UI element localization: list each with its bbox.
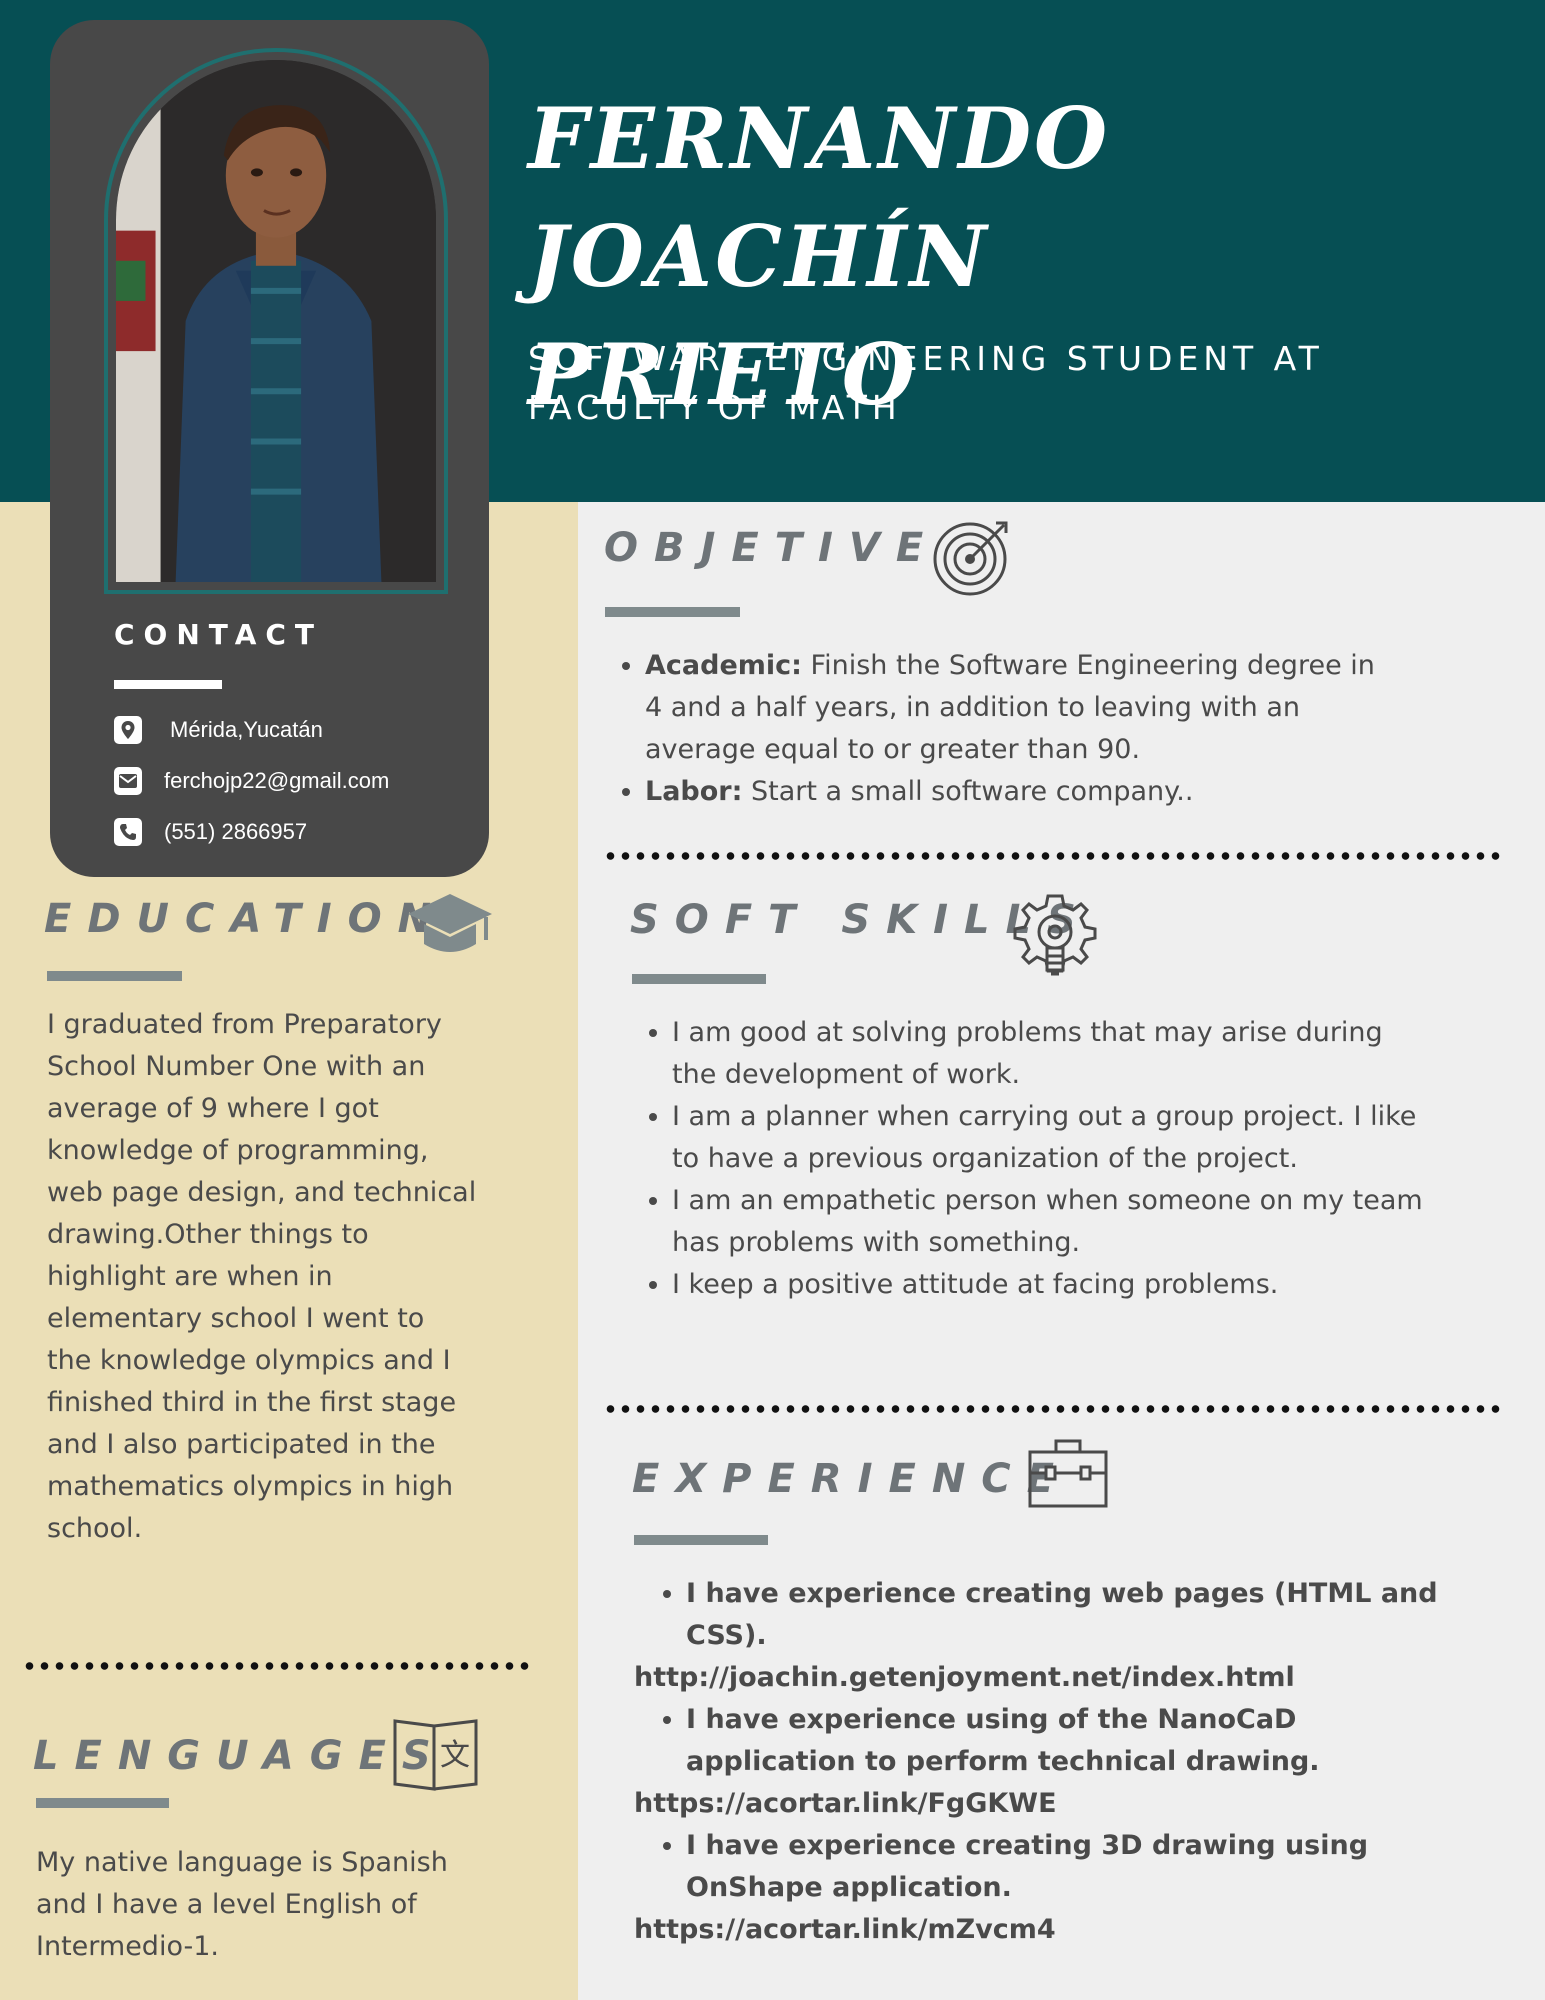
phone-text[interactable]: (551) 2866957 bbox=[164, 819, 307, 845]
education-underline bbox=[47, 971, 182, 981]
experience-link-nanocad[interactable]: https://acortar.link/FgGKWE bbox=[634, 1783, 1454, 1825]
languages-text: My native language is Spanish and I have… bbox=[36, 1847, 448, 1962]
contact-phone[interactable]: (551) 2866957 bbox=[114, 818, 307, 846]
subtitle-line-1: SOFTWARE ENGINEERING STUDENT AT bbox=[528, 339, 1324, 378]
objective-title: OBJETIVE bbox=[604, 525, 940, 571]
svg-text:文: 文 bbox=[440, 1738, 470, 1773]
objective-list: Academic: Finish the Software Engineerin… bbox=[605, 645, 1395, 813]
objective-text-labor: Start a small software company.. bbox=[742, 776, 1194, 807]
objective-item-academic: Academic: Finish the Software Engineerin… bbox=[645, 645, 1395, 771]
objective-item-labor: Labor: Start a small software company.. bbox=[645, 771, 1395, 813]
objective-label-academic: Academic: bbox=[645, 650, 802, 681]
profile-photo-frame bbox=[104, 48, 448, 594]
profile-photo-illustration bbox=[116, 60, 436, 582]
contact-email[interactable]: ferchojp22@gmail.com bbox=[114, 767, 389, 795]
contact-title: CONTACT bbox=[114, 618, 324, 651]
phone-icon bbox=[114, 818, 142, 846]
name-line-1: FERNANDO JOACHÍN bbox=[528, 89, 1111, 306]
email-text[interactable]: ferchojp22@gmail.com bbox=[164, 768, 389, 794]
gear-lightbulb-icon bbox=[1013, 894, 1097, 976]
location-pin-icon bbox=[114, 716, 142, 744]
soft-skill-item: I am an empathetic person when someone o… bbox=[672, 1180, 1432, 1264]
education-text: I graduated from Preparatory School Numb… bbox=[47, 1009, 477, 1544]
soft-skills-underline bbox=[632, 974, 766, 984]
target-icon bbox=[933, 521, 1008, 596]
translate-book-icon: 文 bbox=[393, 1719, 478, 1791]
experience-item-web: I have experience creating web pages (HT… bbox=[686, 1573, 1454, 1657]
soft-skill-item: I am a planner when carrying out a group… bbox=[672, 1096, 1432, 1180]
dotted-divider-1 bbox=[603, 851, 1503, 861]
soft-skills-list: I am good at solving problems that may a… bbox=[632, 1012, 1432, 1306]
objective-label-labor: Labor: bbox=[645, 776, 743, 807]
subtitle-line-2: FACULTY OF MATH bbox=[528, 388, 902, 427]
profile-photo bbox=[116, 60, 436, 582]
experience-item-nanocad: I have experience using of the NanoCaD a… bbox=[686, 1699, 1454, 1783]
dotted-divider-2 bbox=[603, 1404, 1503, 1414]
job-subtitle: SOFTWARE ENGINEERING STUDENT AT FACULTY … bbox=[528, 334, 1428, 432]
experience-item-onshape: I have experience creating 3D drawing us… bbox=[686, 1825, 1454, 1909]
experience-title: EXPERIENCE bbox=[632, 1456, 1070, 1502]
envelope-icon bbox=[114, 767, 142, 795]
dotted-divider-left bbox=[22, 1661, 532, 1671]
soft-skill-item: I keep a positive attitude at facing pro… bbox=[672, 1264, 1432, 1306]
contact-underline bbox=[114, 680, 222, 689]
education-title: EDUCATION bbox=[44, 896, 448, 942]
languages-underline bbox=[36, 1798, 169, 1808]
location-text: Mérida,Yucatán bbox=[170, 717, 323, 742]
languages-title: LENGUAGES bbox=[33, 1733, 447, 1779]
graduation-cap-icon bbox=[408, 894, 492, 952]
objective-underline bbox=[605, 607, 740, 617]
experience-underline bbox=[634, 1535, 768, 1545]
soft-skill-item: I am good at solving problems that may a… bbox=[672, 1012, 1432, 1096]
experience-link-web[interactable]: http://joachin.getenjoyment.net/index.ht… bbox=[634, 1657, 1454, 1699]
briefcase-icon bbox=[1028, 1439, 1108, 1508]
experience-list: I have experience creating web pages (HT… bbox=[634, 1573, 1454, 1951]
experience-link-onshape[interactable]: https://acortar.link/mZvcm4 bbox=[634, 1909, 1454, 1951]
contact-location: Mérida,Yucatán bbox=[114, 716, 323, 744]
